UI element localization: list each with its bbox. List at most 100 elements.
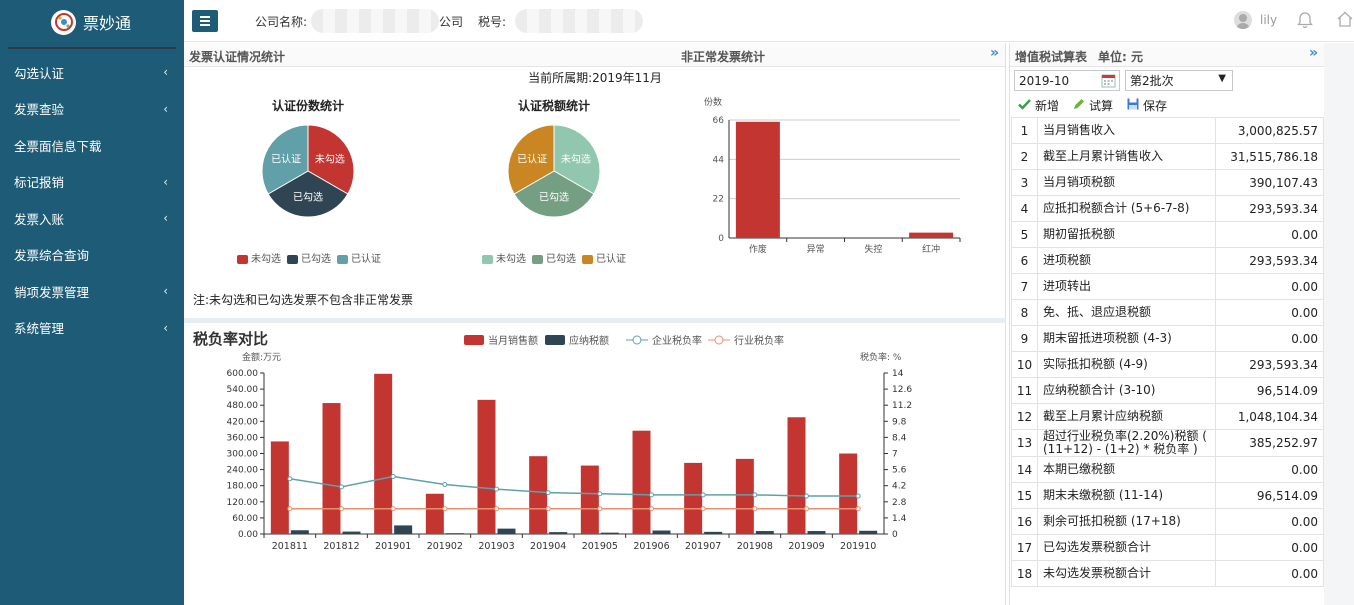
calendar-icon[interactable]: [1101, 73, 1116, 91]
line-point: [804, 506, 809, 512]
add-button[interactable]: 新增: [1018, 97, 1059, 114]
line-point: [649, 492, 654, 498]
sidebar-item[interactable]: 全票面信息下载: [0, 127, 184, 164]
x-tick-label: 201812: [323, 541, 359, 552]
row-value: 0.00: [1215, 560, 1324, 587]
bar: [652, 530, 671, 534]
row-number: 9: [1011, 325, 1038, 352]
calc-button[interactable]: 试算: [1073, 97, 1113, 114]
y-tick-label-right: 2.8: [892, 498, 907, 508]
bar: [735, 121, 780, 238]
sidebar-item-label: 销项发票管理: [14, 284, 90, 300]
sidebar-item-label: 全票面信息下载: [14, 138, 102, 154]
row-value: 0.00: [1215, 299, 1324, 326]
x-tick-label: 201904: [530, 541, 566, 552]
table-row: 11 应纳税额合计 (3-10) 96,514.09: [1011, 377, 1324, 404]
line-point: [700, 506, 706, 512]
slice-label: 已勾选: [539, 190, 569, 203]
home-icon[interactable]: [1336, 10, 1354, 31]
row-label: 未勾选发票税额合计: [1037, 560, 1216, 587]
y-tick-label: 600.00: [227, 369, 259, 379]
legend-item[interactable]: 已勾选: [532, 250, 576, 265]
sidebar-item[interactable]: 发票综合查询: [0, 237, 184, 274]
legend-swatch: [337, 254, 348, 264]
bar: [322, 403, 341, 534]
legend-label: 行业税负率: [734, 334, 784, 347]
row-label: 期末未缴税额 (11-14): [1037, 482, 1216, 509]
row-number: 8: [1011, 299, 1038, 326]
row-number: 11: [1011, 377, 1038, 404]
legend-item[interactable]: 未勾选: [237, 250, 281, 265]
line-point: [545, 490, 551, 496]
row-number: 13: [1011, 429, 1038, 457]
sidebar-item[interactable]: 勾选认证 ‹: [0, 54, 184, 91]
pie1-legend: 未勾选 已勾选 已认证: [237, 250, 381, 265]
y-tick-label: 0.00: [238, 530, 258, 540]
table-row: 13 超过行业税负率(2.20%)税额 ( (11+12) - (1+2) * 税…: [1011, 429, 1324, 457]
bar: [735, 458, 754, 534]
row-label: 进项税额: [1037, 247, 1216, 274]
row-number: 15: [1011, 482, 1038, 509]
line-point: [649, 506, 654, 512]
row-value: 0.00: [1215, 534, 1324, 561]
invoice-panel-title: 发票认证情况统计: [189, 50, 286, 64]
legend-swatch: [545, 335, 565, 345]
sidebar-item[interactable]: 标记报销 ‹: [0, 164, 184, 201]
legend-item[interactable]: 已认证: [582, 250, 626, 265]
x-tick-label: 红冲: [922, 243, 940, 255]
y-tick-label: 22: [713, 195, 724, 205]
bar: [755, 531, 774, 534]
bar: [909, 232, 954, 238]
table-row: 16 剩余可抵扣税额 (17+18) 0.00: [1011, 508, 1324, 535]
row-label: 已勾选发票税额合计: [1037, 534, 1216, 561]
sidebar-item[interactable]: 发票入账 ‹: [0, 200, 184, 237]
y-tick-label: 180.00: [227, 482, 259, 492]
line-point: [700, 492, 706, 498]
table-row: 9 期末留抵进项税额 (4-3) 0.00: [1011, 325, 1324, 352]
y-tick-label: 120.00: [227, 498, 259, 508]
collapse-icon[interactable]: »: [990, 45, 999, 61]
bar: [859, 530, 878, 534]
collapse-icon[interactable]: »: [1309, 45, 1318, 61]
company-name-value: [311, 9, 439, 33]
legend-item[interactable]: 未勾选: [482, 250, 526, 265]
bell-icon[interactable]: [1297, 11, 1313, 32]
line-point: [287, 506, 293, 512]
save-button[interactable]: 保存: [1127, 97, 1167, 114]
bar: [529, 456, 548, 534]
bar: [632, 430, 651, 534]
y-tick-label: 420.00: [227, 417, 259, 427]
bar: [839, 453, 858, 534]
batch-select[interactable]: 第2批次 ▼: [1125, 70, 1233, 91]
legend-item[interactable]: 已认证: [337, 250, 381, 265]
legend-label: 已认证: [351, 254, 381, 265]
legend-item[interactable]: 已勾选: [287, 250, 331, 265]
chevron-left-icon: ‹: [163, 320, 168, 335]
x-tick-label: 201811: [272, 541, 308, 552]
vat-unit: 单位: 元: [1098, 50, 1143, 64]
table-row: 3 当月销项税额 390,107.43: [1011, 169, 1324, 196]
x-tick-label: 201903: [478, 541, 514, 552]
user-name[interactable]: lily: [1260, 13, 1277, 27]
row-label: 截至上月累计应纳税额: [1037, 403, 1216, 430]
row-number: 14: [1011, 456, 1038, 483]
row-label: 当月销售收入: [1037, 117, 1216, 144]
sidebar-item[interactable]: 系统管理 ‹: [0, 310, 184, 347]
bar: [549, 532, 568, 534]
menu-toggle-button[interactable]: [192, 10, 218, 32]
y-tick-label: 300.00: [227, 450, 259, 460]
company-suffix: 公司: [439, 15, 464, 29]
avatar[interactable]: [1234, 11, 1252, 29]
invoice-stats-panel: 发票认证情况统计 非正常发票统计 » 当前所属期:2019年11月 认证份数统计…: [184, 43, 1006, 319]
legend-swatch: [482, 254, 493, 264]
tax-burden-panel: 税负率对比 当月销售额 应纳税额 企业税负率 行业税负率 金额:万元 税负率: % 0.00…: [184, 323, 1006, 605]
row-label: 超过行业税负率(2.20%)税额 ( (11+12) - (1+2) * 税负率…: [1037, 429, 1216, 457]
line-point: [442, 506, 448, 512]
sidebar-item[interactable]: 销项发票管理 ‹: [0, 273, 184, 310]
y-tick-label: 60.00: [232, 514, 258, 524]
row-number: 5: [1011, 221, 1038, 248]
app-logo[interactable]: 票妙通: [0, 0, 184, 44]
y-axis-label-left: 金额:万元: [242, 351, 281, 363]
sidebar-item[interactable]: 发票查验 ‹: [0, 91, 184, 128]
period-input[interactable]: 2019-10: [1014, 70, 1120, 91]
